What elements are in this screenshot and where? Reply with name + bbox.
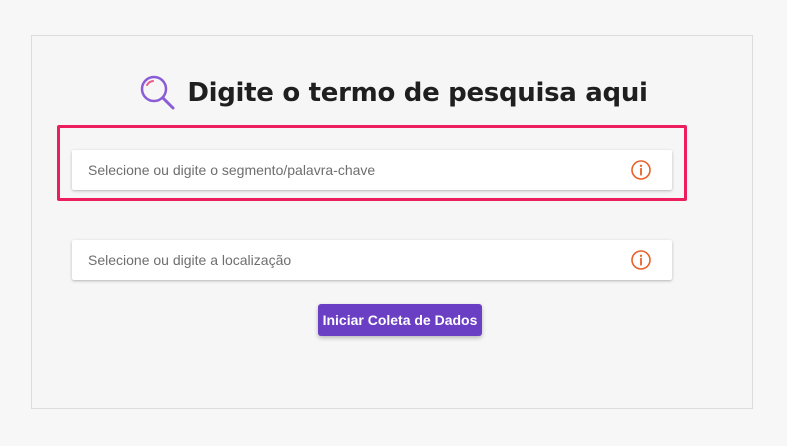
location-field[interactable] <box>72 240 672 280</box>
info-icon[interactable] <box>630 159 652 181</box>
page-header: Digite o termo de pesquisa aqui <box>0 74 787 112</box>
keyword-field[interactable] <box>72 150 672 190</box>
page-title: Digite o termo de pesquisa aqui <box>187 78 648 108</box>
start-data-collection-button[interactable]: Iniciar Coleta de Dados <box>318 304 482 336</box>
search-icon <box>139 74 177 112</box>
location-input[interactable] <box>88 252 630 268</box>
info-icon[interactable] <box>630 249 652 271</box>
keyword-input[interactable] <box>88 162 630 178</box>
